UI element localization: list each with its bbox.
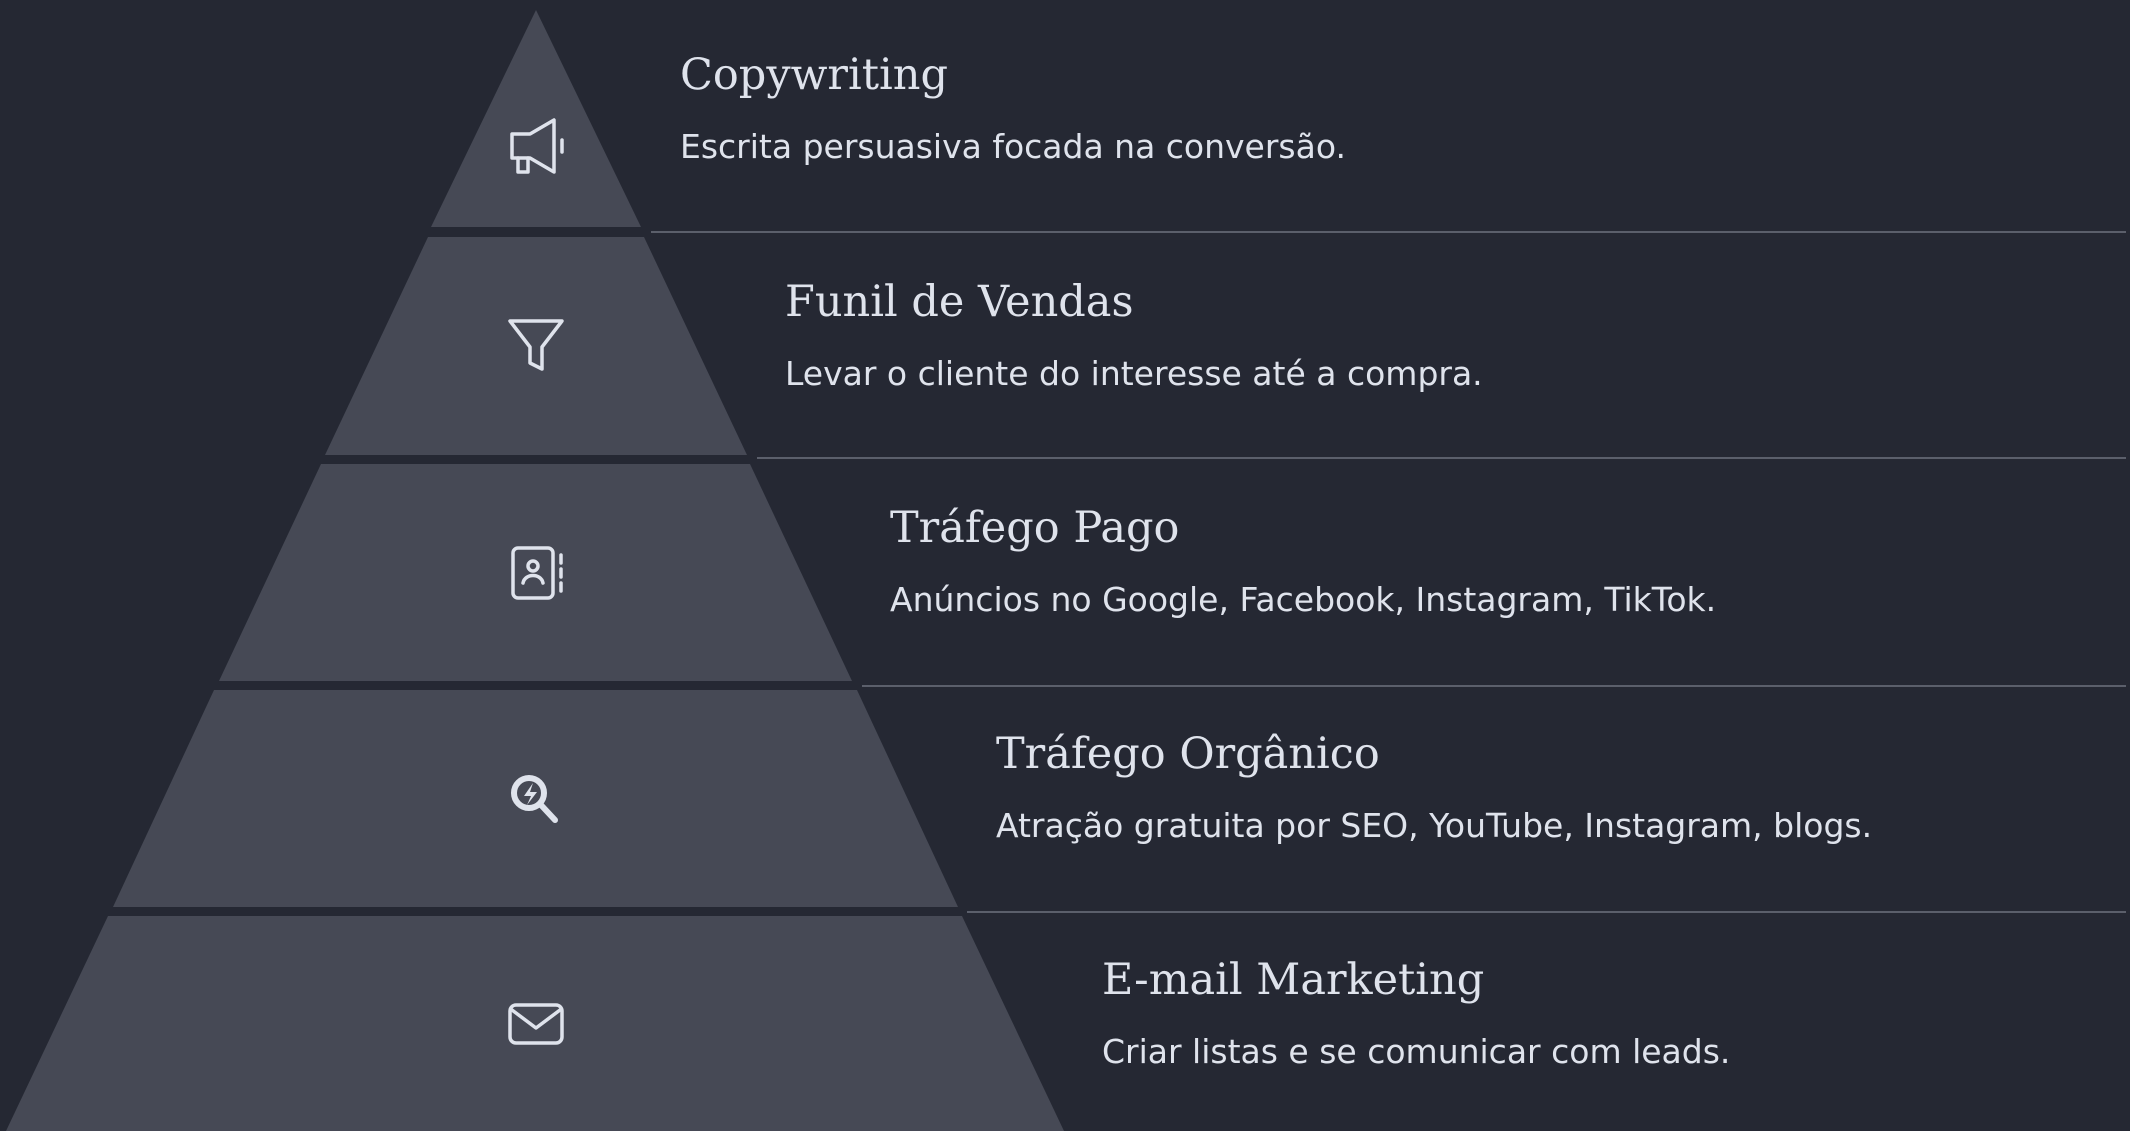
tier-shape-3 <box>219 464 852 681</box>
divider-2 <box>757 457 2126 459</box>
tier-title: Copywriting <box>680 50 948 100</box>
divider-1 <box>651 231 2126 233</box>
tier-description: Levar o cliente do interesse até a compr… <box>785 354 1483 393</box>
tier-description: Anúncios no Google, Facebook, Instagram,… <box>890 580 1717 619</box>
tier-title: Funil de Vendas <box>785 277 1134 327</box>
tier-title: Tráfego Orgânico <box>996 729 1380 779</box>
tier-title: E-mail Marketing <box>1102 955 1485 1005</box>
tier-copywriting: Copywriting Escrita persuasiva focada na… <box>680 50 1346 166</box>
tier-funil-de-vendas: Funil de Vendas Levar o cliente do inter… <box>785 277 1483 393</box>
tier-description: Escrita persuasiva focada na conversão. <box>680 127 1346 166</box>
tier-email-marketing: E-mail Marketing Criar listas e se comun… <box>1102 955 1731 1071</box>
tier-trafego-organico: Tráfego Orgânico Atração gratuita por SE… <box>996 729 1873 845</box>
tier-shape-5 <box>6 916 1064 1131</box>
pyramid-diagram: Copywriting Escrita persuasiva focada na… <box>0 0 2130 1131</box>
tier-title: Tráfego Pago <box>890 503 1180 553</box>
tier-description: Atração gratuita por SEO, YouTube, Insta… <box>996 806 1873 845</box>
divider-3 <box>862 685 2126 687</box>
tier-description: Criar listas e se comunicar com leads. <box>1102 1032 1731 1071</box>
tier-shape-4 <box>113 690 958 907</box>
divider-4 <box>967 911 2126 913</box>
tier-trafego-pago: Tráfego Pago Anúncios no Google, Faceboo… <box>890 503 1717 619</box>
tier-shape-1 <box>431 10 641 227</box>
tier-shape-2 <box>325 237 747 455</box>
